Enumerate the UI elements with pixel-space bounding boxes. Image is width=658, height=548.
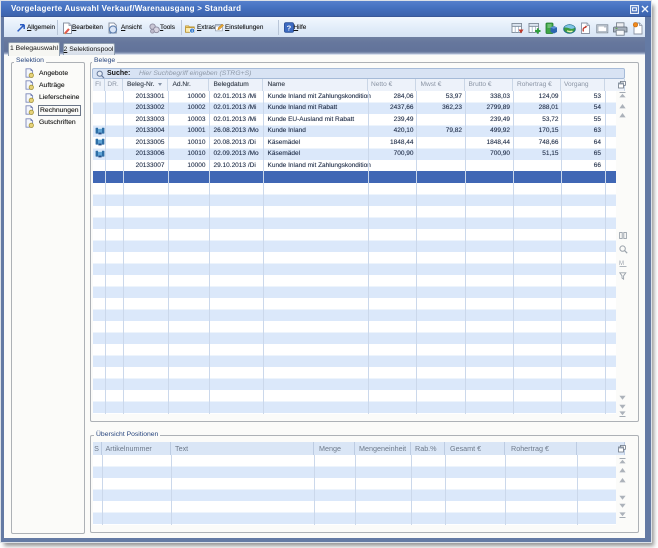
svg-text:i: i [192,28,193,33]
svg-text:?: ? [286,23,291,32]
